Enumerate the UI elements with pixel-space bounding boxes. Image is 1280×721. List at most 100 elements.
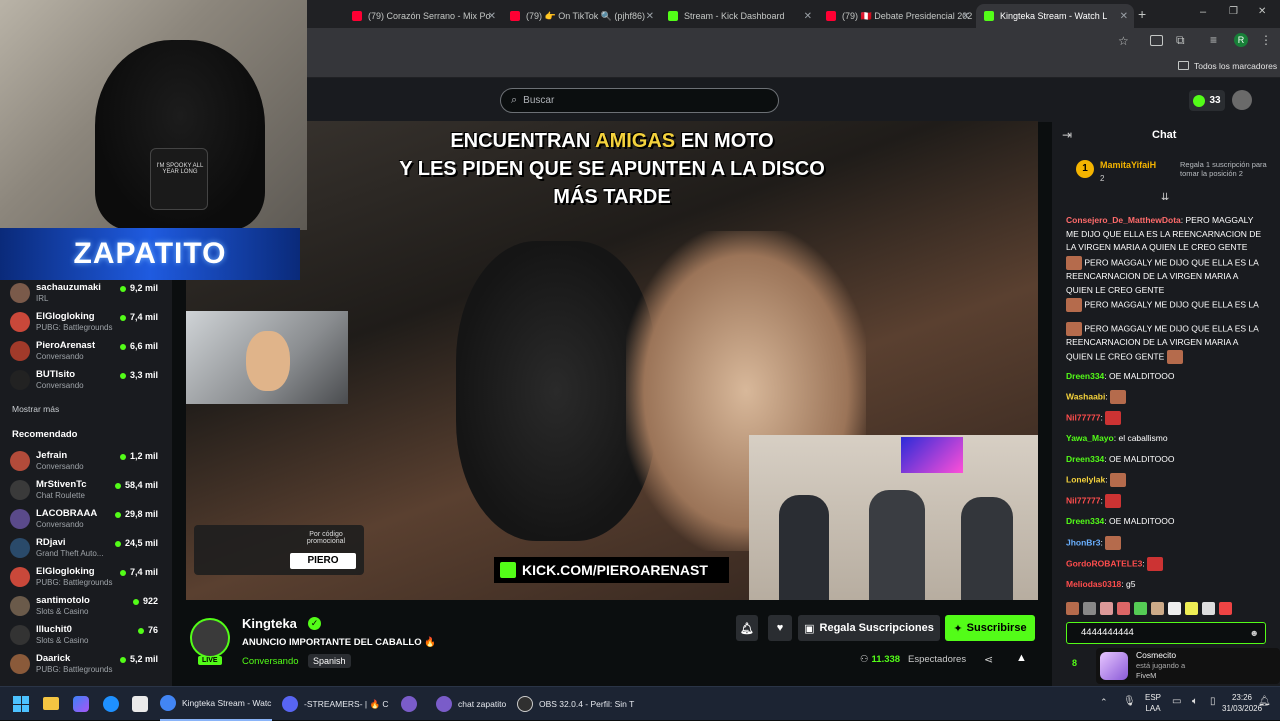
chat-input[interactable]: 4444444444 ☻ bbox=[1066, 622, 1266, 644]
taskbar-item[interactable]: -STREAMERS- | 🔥 C bbox=[282, 687, 392, 721]
media-icon[interactable]: ≡ bbox=[1210, 33, 1217, 47]
browser-tab[interactable]: (79) Corazón Serrano - Mix Po ✕ bbox=[344, 4, 502, 28]
browser-tab[interactable]: (79) 🇵🇪 Debate Presidencial 202 ✕ bbox=[818, 4, 976, 28]
video-player[interactable]: ENCUENTRAN AMIGAS EN MOTO Y LES PIDEN QU… bbox=[186, 121, 1038, 600]
emote-icon[interactable] bbox=[1066, 602, 1079, 615]
start-button[interactable] bbox=[13, 696, 29, 712]
taskbar-item[interactable]: OBS 32.0.4 - Perfil: Sin T bbox=[517, 687, 637, 721]
emote-icon[interactable] bbox=[1134, 602, 1147, 615]
close-icon[interactable]: ✕ bbox=[488, 11, 496, 22]
close-icon[interactable]: ✕ bbox=[804, 11, 812, 22]
browser-tab[interactable]: (79) 👉 On TikTok 🔍 (pjhf86) ✕ bbox=[502, 4, 660, 28]
emote-icon[interactable] bbox=[1117, 602, 1130, 615]
chat-username[interactable]: Lonelylak bbox=[1066, 474, 1105, 484]
streamer-avatar[interactable] bbox=[190, 618, 230, 658]
chat-username[interactable]: Yawa_Mayo bbox=[1066, 433, 1114, 443]
viewers-label: Espectadores bbox=[908, 654, 967, 665]
all-bookmarks-link[interactable]: Todos los marcadores bbox=[1194, 61, 1277, 71]
chat-username[interactable]: Dreen334 bbox=[1066, 454, 1104, 464]
notifications-button[interactable]: 🔔︎ bbox=[736, 615, 758, 641]
channel-points[interactable]: 8 bbox=[1072, 658, 1077, 668]
close-icon[interactable]: ✕ bbox=[646, 11, 654, 22]
stream-info: LIVE Kingteka ✓ ANUNCIO IMPORTANTE DEL C… bbox=[186, 612, 1038, 676]
chat-username[interactable]: GordoROBATELE3 bbox=[1066, 558, 1142, 568]
close-window-button[interactable]: ✕ bbox=[1258, 6, 1266, 17]
chat-username[interactable]: Nil77777 bbox=[1066, 495, 1101, 505]
clock[interactable]: 23:26 31/03/2026 bbox=[1222, 692, 1262, 714]
network-icon[interactable]: ▭ bbox=[1172, 696, 1181, 707]
sidebar-channel[interactable]: Daarick PUBG: Battlegrounds 5,2 mil bbox=[10, 651, 162, 679]
show-more-link[interactable]: Mostrar más bbox=[12, 404, 59, 414]
streamer-name[interactable]: Kingteka bbox=[242, 616, 297, 631]
file-explorer-icon[interactable] bbox=[43, 697, 59, 710]
share-icon[interactable]: ⋖ bbox=[984, 653, 993, 666]
sidebar-channel[interactable]: PieroArenast Conversando 6,6 mil bbox=[10, 338, 162, 366]
sidebar-channel[interactable]: BUTIsito Conversando 3,3 mil bbox=[10, 367, 162, 395]
kicks-balance-button[interactable]: 33 bbox=[1189, 90, 1225, 111]
minimize-button[interactable]: – bbox=[1200, 6, 1206, 18]
maximize-button[interactable]: ❐ bbox=[1229, 6, 1238, 17]
chat-username[interactable]: Dreen334 bbox=[1066, 371, 1104, 381]
chat-username[interactable]: Consejero_De_MatthewDota bbox=[1066, 215, 1181, 225]
sidebar-channel[interactable]: Jefrain Conversando 1,2 mil bbox=[10, 448, 162, 476]
browser-tab[interactable]: Stream - Kick Dashboard ✕ bbox=[660, 4, 818, 28]
chat-username[interactable]: Nil77777 bbox=[1066, 412, 1101, 422]
stream-category-link[interactable]: Conversando bbox=[242, 656, 299, 667]
chat-username[interactable]: Dreen334 bbox=[1066, 516, 1104, 526]
sidebar-channel[interactable]: sachauzumaki IRL 9,2 mil bbox=[10, 280, 162, 308]
sidebar-channel[interactable]: ElGlogloking PUBG: Battlegrounds 7,4 mil bbox=[10, 309, 162, 337]
subscribe-button[interactable]: ✦ Suscribirse bbox=[945, 615, 1035, 641]
taskbar-item[interactable]: Kingteka Stream - Watc bbox=[160, 687, 272, 721]
close-icon[interactable]: ✕ bbox=[962, 11, 970, 22]
profile-avatar[interactable]: R bbox=[1234, 33, 1248, 47]
emote-icon[interactable] bbox=[1100, 602, 1113, 615]
tray-chevron-icon[interactable]: ⌃ bbox=[1100, 697, 1108, 708]
user-avatar[interactable] bbox=[1232, 90, 1252, 110]
top-gifter-name[interactable]: MamitaYifaiH bbox=[1100, 160, 1156, 170]
sidebar-channel[interactable]: LACOBRAAA Conversando 29,8 mil bbox=[10, 506, 162, 534]
chat-username[interactable]: Meliodas0318 bbox=[1066, 579, 1121, 589]
language-indicator[interactable]: ESP LAA bbox=[1145, 692, 1161, 714]
notifications-icon[interactable]: 🔔︎ bbox=[1258, 696, 1271, 707]
kick-url-text: KICK.COM/PIEROARENAST bbox=[522, 562, 708, 578]
star-icon[interactable]: ☆ bbox=[1118, 34, 1129, 48]
sidebar-channel[interactable]: RDjavi Grand Theft Auto... 24,5 mil bbox=[10, 535, 162, 563]
battery-icon[interactable]: ▯ bbox=[1210, 696, 1216, 707]
menu-icon[interactable]: ⋮ bbox=[1260, 33, 1272, 47]
language-tag[interactable]: Spanish bbox=[308, 654, 351, 668]
search-input[interactable]: ⌕ Buscar bbox=[500, 88, 779, 113]
chat-username[interactable]: JhonBr3 bbox=[1066, 537, 1100, 547]
expand-icon[interactable]: ⇊ bbox=[1161, 192, 1169, 203]
app-icon[interactable] bbox=[401, 696, 417, 712]
emote-picker-icon[interactable]: ☻ bbox=[1250, 623, 1259, 643]
volume-icon[interactable]: 🔈︎ bbox=[1192, 696, 1198, 707]
follow-button[interactable]: ♥ bbox=[768, 615, 792, 641]
browser-tab-active[interactable]: Kingteka Stream - Watch L ✕ bbox=[976, 4, 1134, 28]
extensions-icon[interactable]: ⧉ bbox=[1176, 33, 1185, 48]
gift-subs-button[interactable]: ▣ Regala Suscripciones bbox=[798, 615, 940, 641]
sidebar-channel[interactable]: MrStivenTc Chat Roulette 58,4 mil bbox=[10, 477, 162, 505]
emote-icon[interactable] bbox=[1202, 602, 1215, 615]
new-tab-button[interactable]: + bbox=[1138, 6, 1146, 22]
sidebar-channel[interactable]: ElGlogloking PUBG: Battlegrounds 7,4 mil bbox=[10, 564, 162, 592]
microphone-icon[interactable]: 🎙︎ bbox=[1123, 696, 1136, 707]
collapse-chat-icon[interactable]: ⇥ bbox=[1062, 128, 1072, 142]
emote-icon[interactable] bbox=[1219, 602, 1232, 615]
store-icon[interactable] bbox=[132, 696, 148, 712]
sidebar-channel[interactable]: santimotolo Slots & Casino 922 bbox=[10, 593, 162, 621]
close-icon[interactable]: ✕ bbox=[1120, 11, 1128, 22]
report-icon[interactable]: ▲ bbox=[1016, 652, 1027, 664]
emote-icon[interactable] bbox=[1168, 602, 1181, 615]
emote-icon[interactable] bbox=[1083, 602, 1096, 615]
channel-name: Daarick bbox=[36, 653, 71, 664]
emote-icon[interactable] bbox=[1151, 602, 1164, 615]
emote-icon[interactable] bbox=[1185, 602, 1198, 615]
copilot-icon[interactable] bbox=[73, 696, 89, 712]
edge-icon[interactable] bbox=[103, 696, 119, 712]
screen-icon[interactable] bbox=[1150, 35, 1163, 46]
video-captions: ENCUENTRAN AMIGAS EN MOTO Y LES PIDEN QU… bbox=[186, 127, 1038, 211]
taskbar-item[interactable]: chat zapatito bbox=[436, 687, 516, 721]
tab-label: (79) Corazón Serrano - Mix Po bbox=[368, 11, 491, 21]
sidebar-channel[interactable]: Illuchit0 Slots & Casino 76 bbox=[10, 622, 162, 650]
chat-username[interactable]: Washaabi bbox=[1066, 391, 1105, 401]
